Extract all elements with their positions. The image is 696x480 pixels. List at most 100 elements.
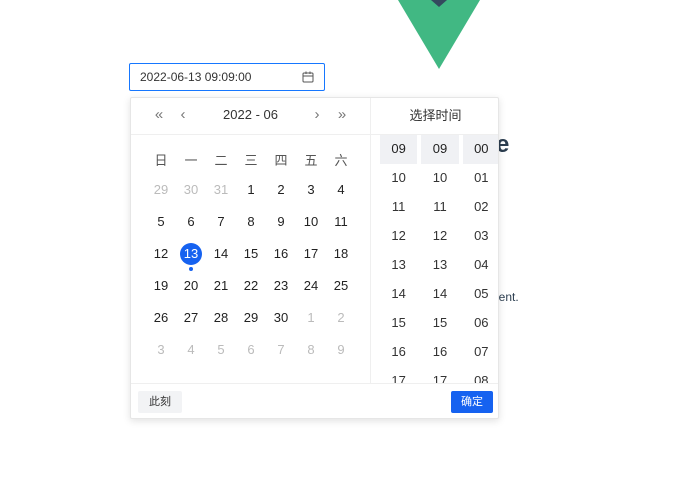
calendar-day[interactable]: 16 xyxy=(266,240,296,272)
minute-option-selected[interactable]: 09 xyxy=(421,135,459,164)
calendar-day[interactable]: 24 xyxy=(296,272,326,304)
calendar-day[interactable]: 3 xyxy=(146,336,176,368)
calendar-day[interactable]: 28 xyxy=(206,304,236,336)
calendar-day-number: 1 xyxy=(307,310,315,325)
calendar-day[interactable]: 9 xyxy=(266,208,296,240)
calendar-day[interactable]: 29 xyxy=(146,176,176,208)
hour-option-selected[interactable]: 09 xyxy=(380,135,418,164)
hour-option[interactable]: 10 xyxy=(380,164,417,193)
minute-option[interactable]: 10 xyxy=(421,164,458,193)
minute-option[interactable]: 15 xyxy=(421,309,458,338)
calendar-day[interactable]: 14 xyxy=(206,240,236,272)
second-option[interactable]: 06 xyxy=(463,309,498,338)
calendar-icon[interactable] xyxy=(302,71,314,83)
minute-option[interactable]: 13 xyxy=(421,251,458,280)
hour-option[interactable]: 16 xyxy=(380,338,417,367)
calendar-day[interactable]: 5 xyxy=(146,208,176,240)
picker-footer: 此刻 确定 xyxy=(131,383,498,418)
next-month-button[interactable]: › xyxy=(309,98,325,134)
minute-column[interactable]: 09 10 11 12 13 14 15 16 17 xyxy=(421,135,459,383)
hour-option[interactable]: 12 xyxy=(380,222,417,251)
calendar-grid: 日一二三四五六 29 30 31 1 2 3 4 5 6 7 8 9 10 11 12 13 14 15 16 17 1… xyxy=(146,146,356,368)
second-option[interactable]: 05 xyxy=(463,280,498,309)
next-year-button[interactable]: » xyxy=(334,98,350,134)
calendar-day[interactable]: 27 xyxy=(176,304,206,336)
second-option[interactable]: 07 xyxy=(463,338,498,367)
calendar-day-number: 3 xyxy=(157,342,165,357)
calendar-week-row: 3 4 5 6 7 8 9 xyxy=(146,336,356,368)
calendar-day[interactable]: 15 xyxy=(236,240,266,272)
calendar-day-number: 5 xyxy=(157,214,165,229)
calendar-day[interactable]: 29 xyxy=(236,304,266,336)
calendar-header: « ‹ 2022 - 06 › » xyxy=(131,98,370,135)
hour-option[interactable]: 15 xyxy=(380,309,417,338)
second-option-selected[interactable]: 00 xyxy=(462,135,498,164)
calendar-week-row: 19 20 21 22 23 24 25 xyxy=(146,272,356,304)
calendar-day-number: 29 xyxy=(153,182,169,197)
calendar-day[interactable]: 1 xyxy=(236,176,266,208)
hour-option[interactable]: 14 xyxy=(380,280,417,309)
weekday-label: 五 xyxy=(304,153,318,168)
calendar-day[interactable]: 6 xyxy=(176,208,206,240)
calendar-day-number: 4 xyxy=(337,182,345,197)
hour-option[interactable]: 11 xyxy=(380,193,417,222)
calendar-day-selected[interactable]: 13 xyxy=(176,240,206,272)
hour-option[interactable]: 13 xyxy=(380,251,417,280)
second-option[interactable]: 02 xyxy=(463,193,498,222)
calendar-day[interactable]: 31 xyxy=(206,176,236,208)
weekday-header: 日一二三四五六 xyxy=(146,146,356,176)
calendar-day[interactable]: 30 xyxy=(266,304,296,336)
calendar-day-number: 3 xyxy=(307,182,315,197)
calendar-day[interactable]: 21 xyxy=(206,272,236,304)
calendar-day[interactable]: 2 xyxy=(326,304,356,336)
calendar-day[interactable]: 4 xyxy=(176,336,206,368)
minute-option[interactable]: 16 xyxy=(421,338,458,367)
calendar-day[interactable]: 6 xyxy=(236,336,266,368)
calendar-day[interactable]: 7 xyxy=(266,336,296,368)
calendar-day[interactable]: 5 xyxy=(206,336,236,368)
calendar-day[interactable]: 1 xyxy=(296,304,326,336)
weekday-label: 六 xyxy=(334,153,348,168)
date-panel: « ‹ 2022 - 06 › » 日一二三四五六 29 30 31 1 2 3 4 5 6 7 8… xyxy=(131,98,370,383)
calendar-day[interactable]: 17 xyxy=(296,240,326,272)
calendar-day[interactable]: 11 xyxy=(326,208,356,240)
calendar-day[interactable]: 30 xyxy=(176,176,206,208)
calendar-day[interactable]: 23 xyxy=(266,272,296,304)
calendar-day[interactable]: 12 xyxy=(146,240,176,272)
calendar-day-number: 16 xyxy=(273,246,289,261)
calendar-day-number: 15 xyxy=(243,246,259,261)
minute-option[interactable]: 11 xyxy=(421,193,458,222)
calendar-day[interactable]: 10 xyxy=(296,208,326,240)
calendar-day[interactable]: 22 xyxy=(236,272,266,304)
calendar-day[interactable]: 20 xyxy=(176,272,206,304)
minute-option[interactable]: 12 xyxy=(421,222,458,251)
confirm-button[interactable]: 确定 xyxy=(451,391,493,413)
calendar-day[interactable]: 8 xyxy=(296,336,326,368)
year-month-label[interactable]: 2022 - 06 xyxy=(223,98,278,132)
calendar-day[interactable]: 8 xyxy=(236,208,266,240)
now-button[interactable]: 此刻 xyxy=(138,391,182,413)
second-option[interactable]: 03 xyxy=(463,222,498,251)
second-column[interactable]: 00 01 02 03 04 05 06 07 08 xyxy=(462,135,498,383)
calendar-day[interactable]: 7 xyxy=(206,208,236,240)
minute-option[interactable]: 17 xyxy=(421,367,458,383)
calendar-day[interactable]: 2 xyxy=(266,176,296,208)
weekday-label: 四 xyxy=(274,153,288,168)
calendar-week-row: 26 27 28 29 30 1 2 xyxy=(146,304,356,336)
calendar-day[interactable]: 18 xyxy=(326,240,356,272)
calendar-day-number: 9 xyxy=(337,342,345,357)
second-option[interactable]: 04 xyxy=(463,251,498,280)
calendar-day[interactable]: 4 xyxy=(326,176,356,208)
second-option[interactable]: 01 xyxy=(463,164,498,193)
hour-column[interactable]: 09 10 11 12 13 14 15 16 17 xyxy=(380,135,418,383)
calendar-day[interactable]: 3 xyxy=(296,176,326,208)
calendar-day[interactable]: 26 xyxy=(146,304,176,336)
calendar-day[interactable]: 25 xyxy=(326,272,356,304)
minute-option[interactable]: 14 xyxy=(421,280,458,309)
datetime-input[interactable]: 2022-06-13 09:09:00 xyxy=(129,63,325,91)
calendar-day[interactable]: 9 xyxy=(326,336,356,368)
calendar-day-number: 2 xyxy=(277,182,285,197)
calendar-day[interactable]: 19 xyxy=(146,272,176,304)
hour-option[interactable]: 17 xyxy=(380,367,417,383)
second-option[interactable]: 08 xyxy=(463,367,498,383)
